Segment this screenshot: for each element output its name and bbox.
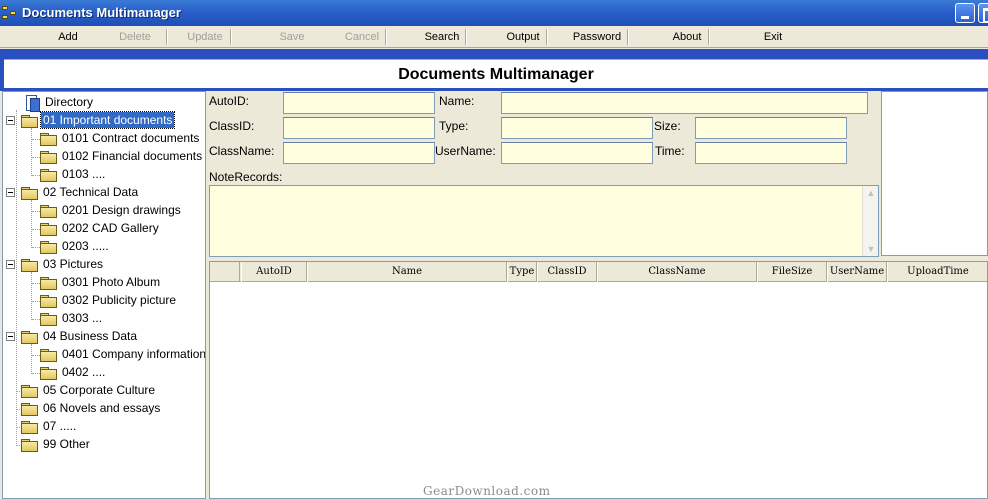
folder-icon <box>40 133 57 146</box>
folder-icon <box>40 241 57 254</box>
size-label: Size: <box>654 119 681 133</box>
window-title: Documents Multimanager <box>22 5 181 20</box>
maximize-button[interactable] <box>978 3 988 23</box>
folder-icon <box>40 169 57 182</box>
column-header-username[interactable]: UserName <box>827 262 887 282</box>
size-field[interactable] <box>695 117 847 139</box>
classname-field[interactable] <box>283 142 435 164</box>
cancel-button[interactable]: Cancel <box>334 28 390 46</box>
row-indicator-header <box>210 262 240 282</box>
watermark: GearDownload.com <box>423 484 551 498</box>
documents-grid[interactable]: AutoID Name Type ClassID ClassName FileS… <box>209 261 988 499</box>
name-field[interactable] <box>501 92 868 114</box>
folder-icon <box>21 439 38 452</box>
output-button[interactable]: Output <box>494 28 552 46</box>
type-label: Type: <box>439 119 469 133</box>
name-label: Name: <box>439 94 475 108</box>
username-label: UserName: <box>435 144 496 158</box>
classid-label: ClassID: <box>209 119 255 133</box>
folder-open-icon <box>21 187 38 200</box>
folder-icon <box>40 349 57 362</box>
save-button[interactable]: Save <box>262 28 322 46</box>
preview-panel <box>881 91 988 256</box>
collapse-toggle[interactable] <box>6 116 15 125</box>
title-bar[interactable]: Documents Multimanager <box>0 0 988 26</box>
column-header-name[interactable]: Name <box>307 262 507 282</box>
column-header-type[interactable]: Type <box>507 262 537 282</box>
add-button[interactable]: Add <box>30 28 106 46</box>
minimize-button[interactable] <box>955 3 975 23</box>
grid-header: AutoID Name Type ClassID ClassName FileS… <box>210 262 987 282</box>
folder-icon <box>40 277 57 290</box>
directory-tree[interactable]: Directory 01 Important documents 0101 Co… <box>2 91 206 499</box>
username-field[interactable] <box>501 142 653 164</box>
folder-icon <box>21 421 38 434</box>
folder-icon <box>21 403 38 416</box>
folder-icon <box>40 151 57 164</box>
type-field[interactable] <box>501 117 653 139</box>
time-field[interactable] <box>695 142 847 164</box>
tree-item-label: Directory <box>45 95 94 109</box>
collapse-toggle[interactable] <box>6 260 15 269</box>
search-button[interactable]: Search <box>412 28 472 46</box>
page-title: Documents Multimanager <box>4 59 988 88</box>
scroll-up-icon[interactable]: ▲ <box>865 188 877 198</box>
folder-icon <box>40 205 57 218</box>
classid-field[interactable] <box>283 117 435 139</box>
autoid-field[interactable] <box>283 92 435 114</box>
time-label: Time: <box>655 144 685 158</box>
column-header-filesize[interactable]: FileSize <box>757 262 827 282</box>
column-header-classid[interactable]: ClassID <box>537 262 597 282</box>
column-header-classname[interactable]: ClassName <box>597 262 757 282</box>
password-button[interactable]: Password <box>564 28 630 46</box>
folder-icon <box>40 313 57 326</box>
folder-open-icon <box>21 331 38 344</box>
collapse-toggle[interactable] <box>6 332 15 341</box>
folder-open-icon <box>21 115 38 128</box>
update-button[interactable]: Update <box>172 28 238 46</box>
scroll-down-icon[interactable]: ▼ <box>865 244 877 254</box>
delete-button[interactable]: Delete <box>106 28 164 46</box>
folder-icon <box>40 295 57 308</box>
noterecords-scrollbar[interactable]: ▲ ▼ <box>862 186 878 256</box>
directory-icon <box>25 95 40 112</box>
app-window: Documents Multimanager Add Delete Update… <box>0 0 988 499</box>
toolbar: Add Delete Update Save Cancel Search Out… <box>0 26 988 48</box>
folder-icon <box>40 223 57 236</box>
autoid-label: AutoID: <box>209 94 250 108</box>
column-header-autoid[interactable]: AutoID <box>241 262 307 282</box>
exit-button[interactable]: Exit <box>748 28 798 46</box>
collapse-toggle[interactable] <box>6 188 15 197</box>
folder-icon <box>21 385 38 398</box>
folder-icon <box>40 367 57 380</box>
column-header-uploadtime[interactable]: UploadTime <box>887 262 987 282</box>
app-icon <box>2 5 18 21</box>
noterecords-label: NoteRecords: <box>209 170 283 184</box>
noterecords-textarea[interactable] <box>209 185 879 257</box>
folder-open-icon <box>21 259 38 272</box>
classname-label: ClassName: <box>209 144 275 158</box>
